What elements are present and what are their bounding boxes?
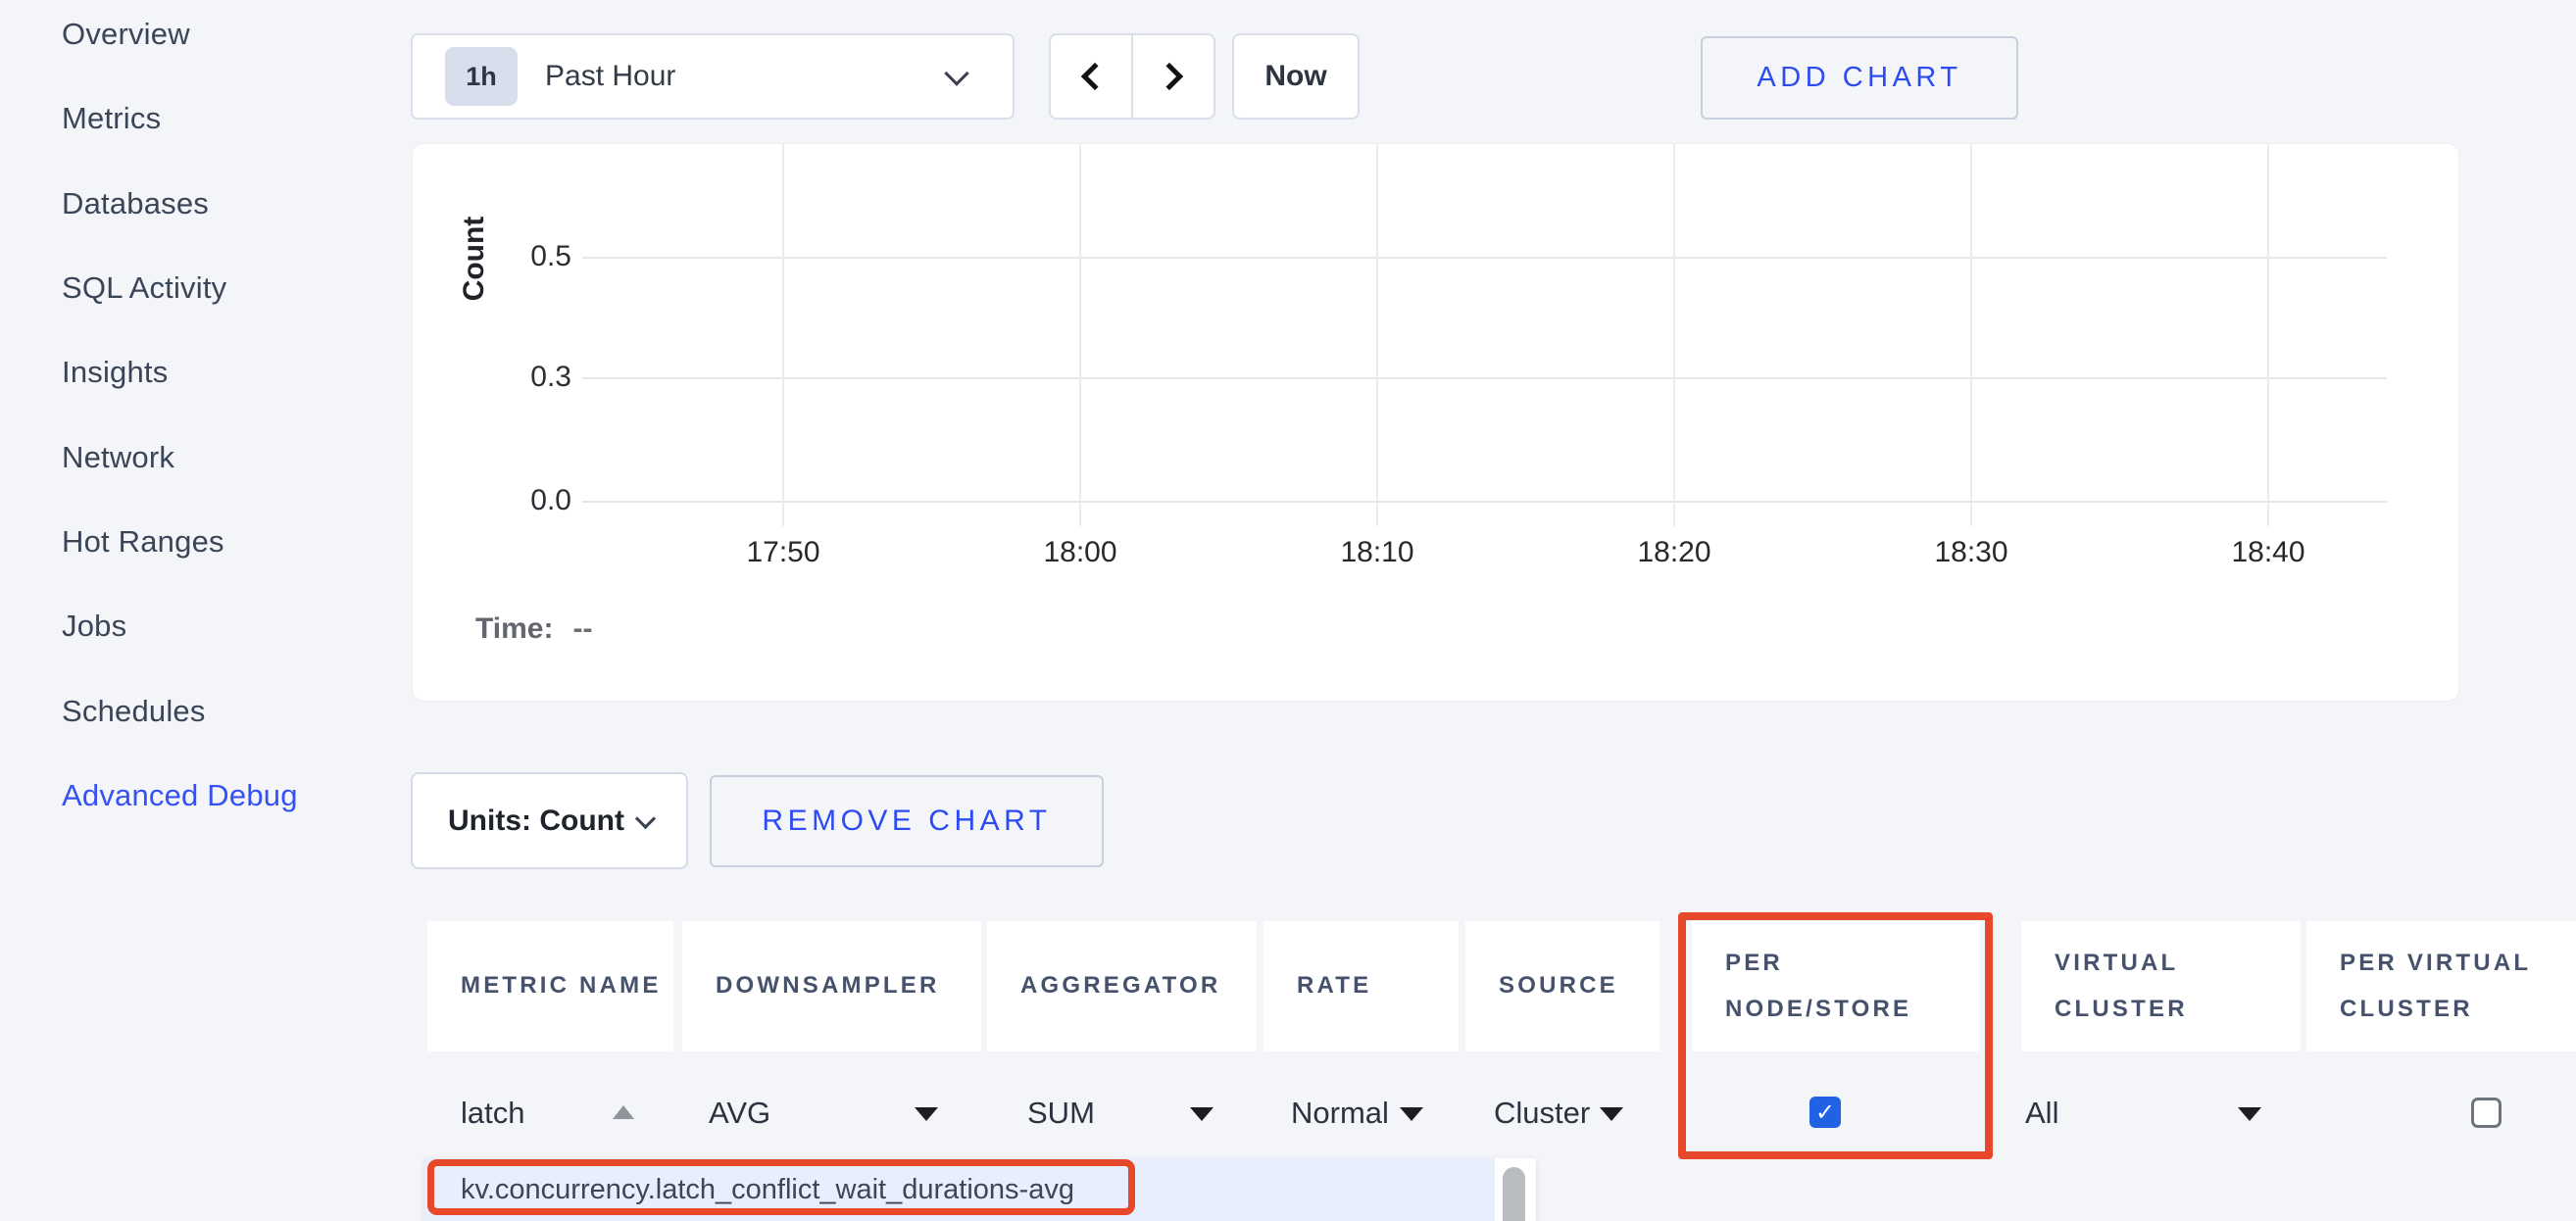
- y-tick-label: 0.3: [481, 361, 571, 394]
- remove-chart-button[interactable]: REMOVE CHART: [710, 775, 1104, 867]
- column-header-label: METRIC NAME: [427, 963, 671, 1009]
- sidebar-item-insights[interactable]: Insights: [62, 355, 168, 398]
- metric-suggestion-item[interactable]: kv.concurrency.latch_conflict_wait_durat…: [424, 1158, 1495, 1221]
- time-label: Time:: [475, 612, 553, 645]
- gridline-vertical: [1376, 144, 1378, 526]
- time-range-label: Past Hour: [545, 60, 675, 93]
- y-tick-label: 0.0: [481, 484, 571, 517]
- chevron-down-icon: [635, 808, 656, 829]
- column-header-downsampler: DOWNSAMPLER: [682, 921, 981, 1051]
- column-header-label: RATE: [1263, 963, 1381, 1009]
- column-header-label: VIRTUAL CLUSTER: [2021, 941, 2301, 1033]
- metric-suggestions-dropdown: kv.concurrency.latch_conflict_wait_durat…: [424, 1158, 1536, 1221]
- sidebar-item-sql-activity[interactable]: SQL Activity: [62, 270, 226, 314]
- units-dropdown[interactable]: Units: Count: [411, 772, 688, 869]
- gridline-vertical: [1673, 144, 1675, 526]
- x-tick-label: 18:30: [1903, 536, 2040, 569]
- time-range-selector[interactable]: 1h Past Hour: [411, 33, 1015, 120]
- time-range-badge: 1h: [445, 47, 518, 106]
- dropdown-scrollbar-track[interactable]: [1495, 1158, 1536, 1221]
- column-header-virtual-cluster: VIRTUAL CLUSTER: [2021, 921, 2301, 1051]
- gridline-vertical: [1079, 144, 1081, 526]
- gridline-horizontal: [582, 377, 2387, 379]
- per-virtual-cluster-checkbox[interactable]: [2471, 1098, 2502, 1128]
- column-header-label: AGGREGATOR: [987, 963, 1230, 1009]
- gridline-horizontal: [582, 257, 2387, 259]
- sidebar-item-advanced-debug[interactable]: Advanced Debug: [62, 778, 298, 821]
- sidebar-item-metrics[interactable]: Metrics: [62, 101, 161, 144]
- rate-select[interactable]: Normal: [1291, 1096, 1389, 1131]
- caret-down-icon[interactable]: [1400, 1107, 1423, 1121]
- metric-dropdown-open-caret-icon[interactable]: [613, 1105, 634, 1119]
- time-step-buttons: [1049, 33, 1215, 120]
- checkmark-icon: ✓: [1815, 1099, 1835, 1127]
- custom-chart-panel: Count 0.5 0.3 0.0 17:50 18:00 18:10 18:2…: [412, 143, 2459, 702]
- column-header-metric-name: METRIC NAME: [427, 921, 673, 1051]
- column-header-source: SOURCE: [1465, 921, 1660, 1051]
- metric-name-input[interactable]: latch: [461, 1096, 524, 1131]
- caret-down-icon[interactable]: [1190, 1107, 1214, 1121]
- column-header-aggregator: AGGREGATOR: [987, 921, 1257, 1051]
- now-button[interactable]: Now: [1232, 33, 1360, 120]
- x-tick-label: 18:00: [1012, 536, 1149, 569]
- sidebar-item-overview[interactable]: Overview: [62, 17, 190, 60]
- hover-time-readout: Time: --: [475, 612, 592, 646]
- chevron-left-icon: [1081, 63, 1109, 90]
- gridline-vertical: [1970, 144, 1972, 526]
- column-header-label: PER NODE/STORE: [1692, 941, 1980, 1033]
- units-dropdown-label: Units: Count: [448, 805, 624, 838]
- sidebar-item-network[interactable]: Network: [62, 440, 174, 483]
- dropdown-scrollbar-thumb[interactable]: [1503, 1167, 1525, 1221]
- gridline-vertical: [2267, 144, 2269, 526]
- per-node-store-checkbox[interactable]: ✓: [1809, 1097, 1841, 1128]
- gridline-horizontal: [582, 501, 2387, 503]
- prev-interval-button[interactable]: [1051, 35, 1131, 118]
- x-tick-label: 18:40: [2200, 536, 2337, 569]
- chevron-right-icon: [1156, 63, 1183, 90]
- column-header-label: DOWNSAMPLER: [682, 963, 950, 1009]
- y-tick-label: 0.5: [481, 240, 571, 273]
- add-chart-button[interactable]: ADD CHART: [1701, 36, 2018, 120]
- gridline-vertical: [782, 144, 784, 526]
- column-header-label: PER VIRTUAL CLUSTER: [2306, 941, 2576, 1033]
- time-value: --: [572, 612, 592, 645]
- chevron-down-icon: [944, 61, 968, 85]
- caret-down-icon[interactable]: [915, 1107, 938, 1121]
- virtual-cluster-select[interactable]: All: [2025, 1096, 2058, 1131]
- x-tick-label: 18:20: [1606, 536, 1743, 569]
- sidebar-item-hot-ranges[interactable]: Hot Ranges: [62, 524, 224, 567]
- caret-down-icon[interactable]: [1600, 1107, 1623, 1121]
- column-header-per-virtual-cluster: PER VIRTUAL CLUSTER: [2306, 921, 2576, 1051]
- column-header-rate: RATE: [1263, 921, 1459, 1051]
- sidebar-item-schedules[interactable]: Schedules: [62, 694, 206, 737]
- aggregator-select[interactable]: SUM: [1027, 1096, 1095, 1131]
- x-tick-label: 17:50: [715, 536, 852, 569]
- source-select[interactable]: Cluster: [1494, 1096, 1590, 1131]
- x-tick-label: 18:10: [1309, 536, 1446, 569]
- caret-down-icon[interactable]: [2238, 1107, 2261, 1121]
- downsampler-select[interactable]: AVG: [709, 1096, 770, 1131]
- column-header-label: SOURCE: [1465, 963, 1628, 1009]
- sidebar-item-databases[interactable]: Databases: [62, 186, 209, 229]
- next-interval-button[interactable]: [1131, 35, 1214, 118]
- sidebar-item-jobs[interactable]: Jobs: [62, 609, 126, 652]
- column-header-per-node-store: PER NODE/STORE: [1692, 921, 1980, 1051]
- metric-suggestion-label: kv.concurrency.latch_conflict_wait_durat…: [461, 1174, 1074, 1206]
